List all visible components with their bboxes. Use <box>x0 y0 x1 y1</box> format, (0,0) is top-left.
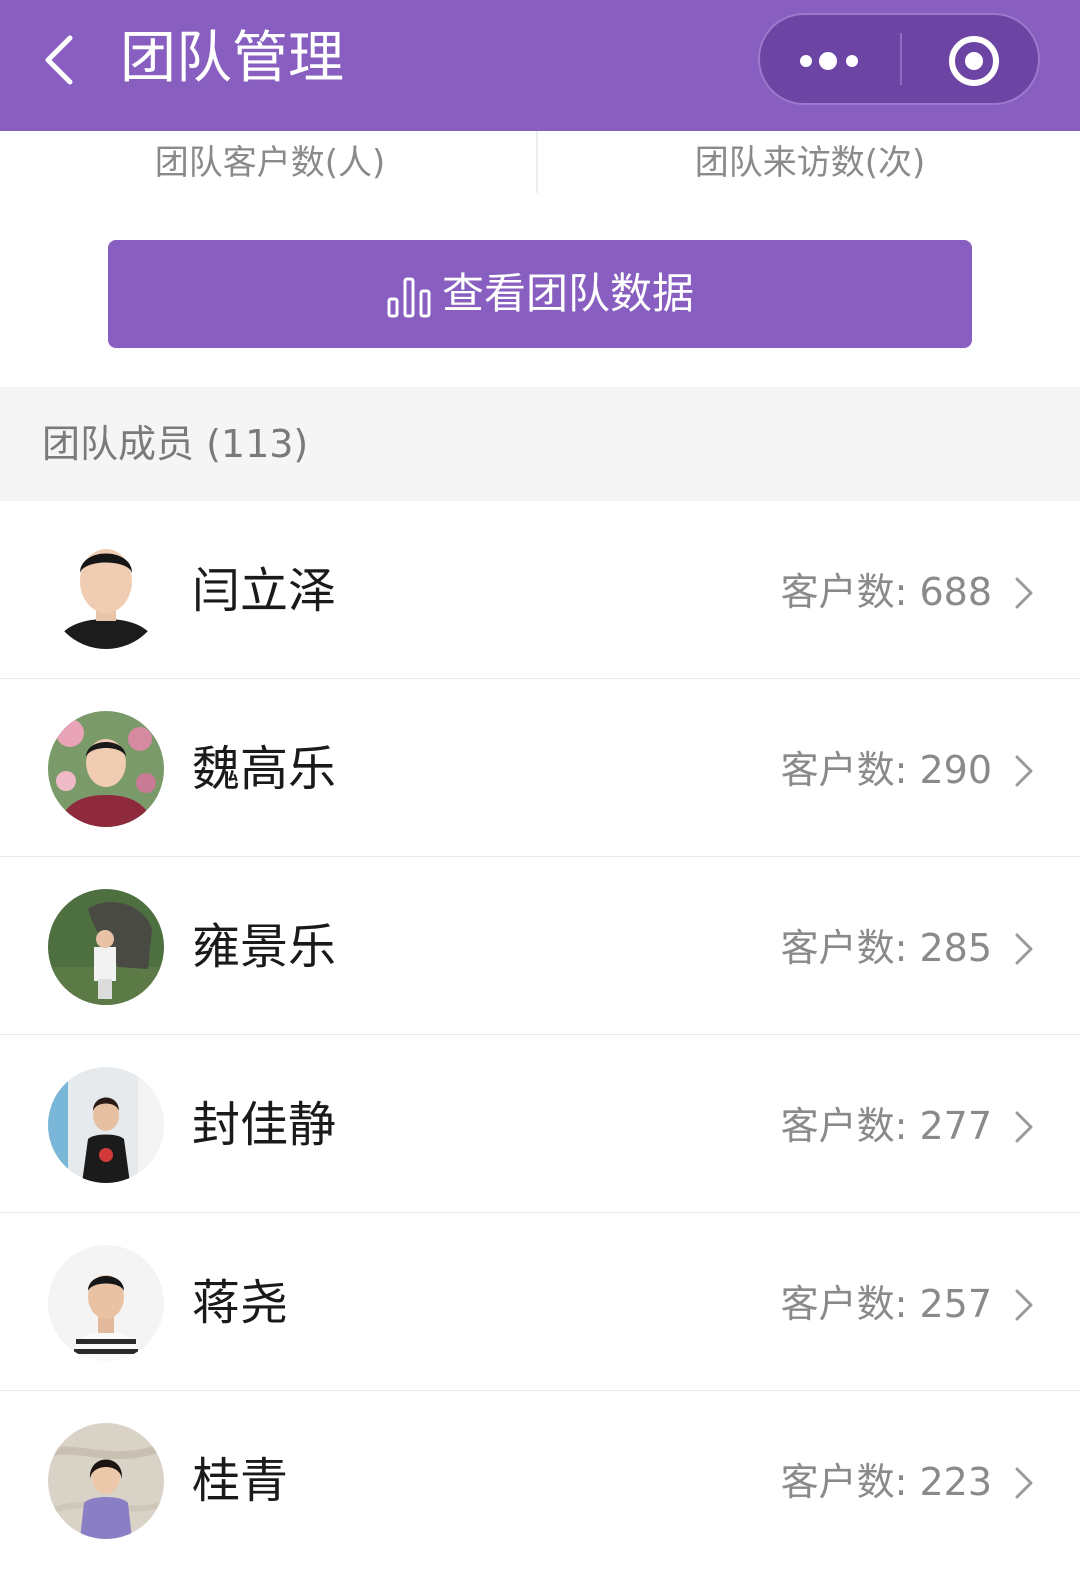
member-customer-count: 客户数: 277 <box>780 1104 992 1148</box>
stats-divider <box>536 131 538 193</box>
member-row[interactable]: 闫立泽 客户数: 688 <box>0 501 1080 680</box>
member-name: 封佳静 <box>192 1097 337 1153</box>
member-row[interactable]: 桂青 客户数: 223 <box>0 1391 1080 1570</box>
member-customer-count: 客户数: 285 <box>780 926 992 970</box>
nav-bar: 团队管理 <box>0 0 1080 131</box>
members-section-title: 团队成员 (113) <box>42 422 309 466</box>
member-row[interactable]: 魏高乐 客户数: 290 <box>0 679 1080 858</box>
more-dots-icon <box>800 52 858 70</box>
member-customer-count: 客户数: 223 <box>780 1460 992 1504</box>
member-row[interactable]: 蒋尧 客户数: 257 <box>0 1213 1080 1392</box>
chevron-right-icon <box>1015 1289 1033 1321</box>
member-customer-count: 客户数: 257 <box>780 1282 992 1326</box>
team-visits-label: 团队来访数(次) <box>694 143 926 183</box>
team-customers-label: 团队客户数(人) <box>154 143 386 183</box>
chevron-left-icon <box>45 35 73 85</box>
target-close-icon <box>949 36 999 86</box>
member-row[interactable]: 雍景乐 客户数: 285 <box>0 857 1080 1036</box>
chevron-right-icon <box>1015 1111 1033 1143</box>
member-customer-count: 客户数: 688 <box>780 570 992 614</box>
member-name: 蒋尧 <box>192 1275 289 1331</box>
back-button[interactable] <box>36 28 92 92</box>
avatar <box>48 1245 164 1361</box>
member-name: 雍景乐 <box>192 919 337 975</box>
bar-chart-icon <box>387 277 431 318</box>
chevron-right-icon <box>1015 933 1033 965</box>
team-stats: 团队客户数(人) 团队来访数(次) <box>0 131 1080 197</box>
chevron-right-icon <box>1015 577 1033 609</box>
close-button[interactable] <box>902 15 1038 103</box>
avatar <box>48 1067 164 1183</box>
members-section-header: 团队成员 (113) <box>0 387 1080 501</box>
page-title: 团队管理 <box>120 26 344 91</box>
avatar <box>48 711 164 827</box>
more-button[interactable] <box>760 15 900 103</box>
avatar <box>48 889 164 1005</box>
chevron-right-icon <box>1015 1467 1033 1499</box>
view-team-data-button[interactable]: 查看团队数据 <box>108 240 972 348</box>
mini-program-capsule <box>758 13 1040 105</box>
member-name: 魏高乐 <box>192 741 337 797</box>
member-customer-count: 客户数: 290 <box>780 748 992 792</box>
member-name: 桂青 <box>192 1453 289 1509</box>
member-name: 闫立泽 <box>192 563 337 619</box>
member-row[interactable]: 封佳静 客户数: 277 <box>0 1035 1080 1214</box>
avatar <box>48 1423 164 1539</box>
avatar <box>48 533 164 649</box>
chevron-right-icon <box>1015 755 1033 787</box>
view-team-data-label: 查看团队数据 <box>441 269 694 318</box>
